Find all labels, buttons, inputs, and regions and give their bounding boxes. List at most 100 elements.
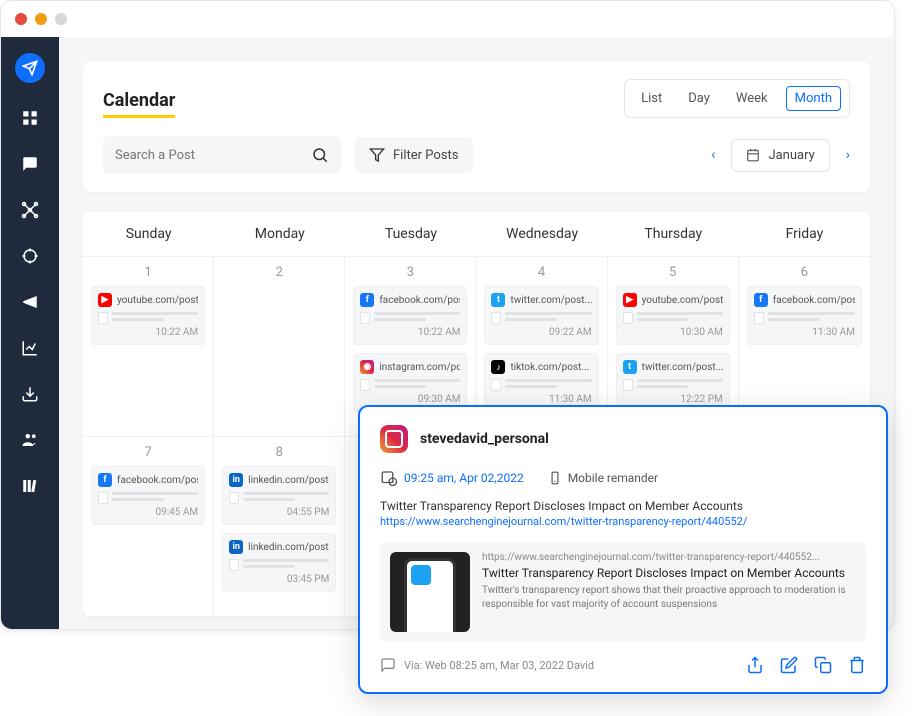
view-day[interactable]: Day (680, 87, 718, 110)
download-icon[interactable] (19, 383, 41, 405)
day-header: Wednesday (477, 212, 608, 256)
filter-button[interactable]: Filter Posts (355, 137, 473, 173)
post-url: facebook.com/post... (773, 295, 855, 306)
day-header: Monday (214, 212, 345, 256)
close-dot[interactable] (15, 13, 27, 25)
search-input[interactable] (115, 148, 311, 163)
team-icon[interactable] (19, 429, 41, 451)
search-icon (311, 146, 329, 164)
post-url: instagram.com/post. (379, 362, 460, 373)
megaphone-icon[interactable] (19, 291, 41, 313)
post-card[interactable]: ffacebook.com/post...11:30 AM (747, 286, 862, 345)
calendar-header: Sunday Monday Tuesday Wednesday Thursday… (83, 212, 870, 257)
filter-label: Filter Posts (393, 148, 459, 163)
post-url: facebook.com/post... (117, 475, 198, 486)
comment-icon (380, 657, 396, 673)
network-icon[interactable] (19, 199, 41, 221)
post-card[interactable]: t twitter.com/post... 09:22 AM (484, 286, 598, 345)
post-card[interactable]: ▶youtube.com/post...10:30 AM (616, 286, 730, 345)
day-number: 7 (91, 445, 205, 460)
post-card[interactable]: ◉instagram.com/post.09:30 AM (353, 353, 467, 412)
analytics-icon[interactable] (19, 337, 41, 359)
popup-title: Twitter Transparency Report Discloses Im… (380, 499, 866, 513)
filter-icon (369, 147, 385, 163)
day-number: 1 (91, 265, 205, 280)
calendar-cell[interactable]: 1▶youtube.com/post...10:22 AM (83, 257, 214, 437)
day-header: Thursday (608, 212, 739, 256)
post-url: tiktok.com/post... (510, 362, 589, 373)
fb-icon: f (360, 293, 374, 307)
day-number: 4 (484, 265, 598, 280)
post-card[interactable]: f facebook.com/post... 10:22 AM (353, 286, 467, 345)
view-week[interactable]: Week (728, 87, 776, 110)
calendar-cell[interactable]: 8 in linkedin.com/post... 04:55 PM inlinkedi… (214, 437, 345, 617)
ig-icon: ◉ (360, 360, 374, 374)
popup-username: stevedavid_personal (420, 431, 549, 447)
prev-month[interactable]: ‹ (711, 147, 715, 163)
post-time: 10:30 AM (623, 327, 723, 338)
delete-icon[interactable] (848, 656, 866, 674)
day-header: Friday (739, 212, 870, 256)
li-icon: in (229, 473, 243, 487)
month-selector[interactable]: January (731, 139, 829, 172)
day-number: 8 (222, 445, 336, 460)
target-icon[interactable] (19, 245, 41, 267)
schedule-icon (380, 469, 398, 487)
post-time: 09:45 AM (98, 507, 198, 518)
post-url: youtube.com/post... (117, 295, 198, 306)
post-url: twitter.com/post... (510, 295, 591, 306)
sidebar (1, 37, 59, 629)
post-card[interactable]: in linkedin.com/post... 04:55 PM (222, 466, 336, 525)
preview-image (390, 552, 470, 632)
post-card[interactable]: f facebook.com/post... 09:45 AM (91, 466, 205, 525)
day-header: Tuesday (345, 212, 476, 256)
post-time: 10:22 AM (98, 327, 198, 338)
fb-icon: f (98, 473, 112, 487)
chat-icon[interactable] (19, 153, 41, 175)
calendar-cell[interactable]: 7 f facebook.com/post... 09:45 AM (83, 437, 214, 617)
view-list[interactable]: List (633, 87, 670, 110)
post-card[interactable]: ♪ tiktok.com/post... 11:30 AM (484, 353, 598, 412)
view-tabs: List Day Week Month (624, 79, 850, 118)
post-time: 03:45 PM (229, 574, 329, 585)
post-time: 10:22 AM (360, 327, 460, 338)
maximize-dot[interactable] (55, 13, 67, 25)
post-card[interactable]: inlinkedin.com/post...03:45 PM (222, 533, 336, 592)
calendar-icon (746, 148, 760, 162)
tw-icon: t (491, 293, 505, 307)
copy-icon[interactable] (814, 656, 832, 674)
day-number: 5 (616, 265, 730, 280)
mobile-icon (548, 471, 562, 485)
tw-icon: t (623, 360, 637, 374)
post-time: 11:30 AM (491, 394, 591, 405)
post-url: linkedin.com/post... (248, 475, 329, 486)
share-icon[interactable] (746, 656, 764, 674)
post-time: 09:22 AM (491, 327, 591, 338)
post-detail-popup: stevedavid_personal 09:25 am, Apr 02,202… (358, 405, 888, 694)
day-number: 3 (353, 265, 467, 280)
post-url: facebook.com/post... (379, 295, 460, 306)
next-month[interactable]: › (846, 147, 850, 163)
dashboard-icon[interactable] (19, 107, 41, 129)
post-time: 12:22 PM (623, 394, 723, 405)
post-card[interactable]: ▶youtube.com/post...10:22 AM (91, 286, 205, 345)
post-card[interactable]: ttwitter.com/post...12:22 PM (616, 353, 730, 412)
nav-arrow-icon[interactable] (15, 53, 45, 83)
popup-link[interactable]: https://www.searchenginejournal.com/twit… (380, 515, 866, 528)
calendar-cell[interactable]: 2 (214, 257, 345, 437)
li-icon: in (229, 540, 243, 554)
month-label: January (768, 148, 814, 163)
link-preview[interactable]: https://www.searchenginejournal.com/twit… (380, 542, 866, 642)
search-box[interactable] (103, 136, 341, 174)
view-month[interactable]: Month (786, 86, 841, 111)
minimize-dot[interactable] (35, 13, 47, 25)
tk-icon: ♪ (491, 360, 505, 374)
page-title: Calendar (103, 90, 175, 118)
titlebar (1, 1, 894, 37)
preview-desc: Twitter's transparency report shows that… (482, 584, 856, 612)
post-time: 04:55 PM (229, 507, 329, 518)
instagram-icon (380, 425, 408, 453)
library-icon[interactable] (19, 475, 41, 497)
edit-icon[interactable] (780, 656, 798, 674)
header-card: Calendar List Day Week Month (83, 61, 870, 192)
